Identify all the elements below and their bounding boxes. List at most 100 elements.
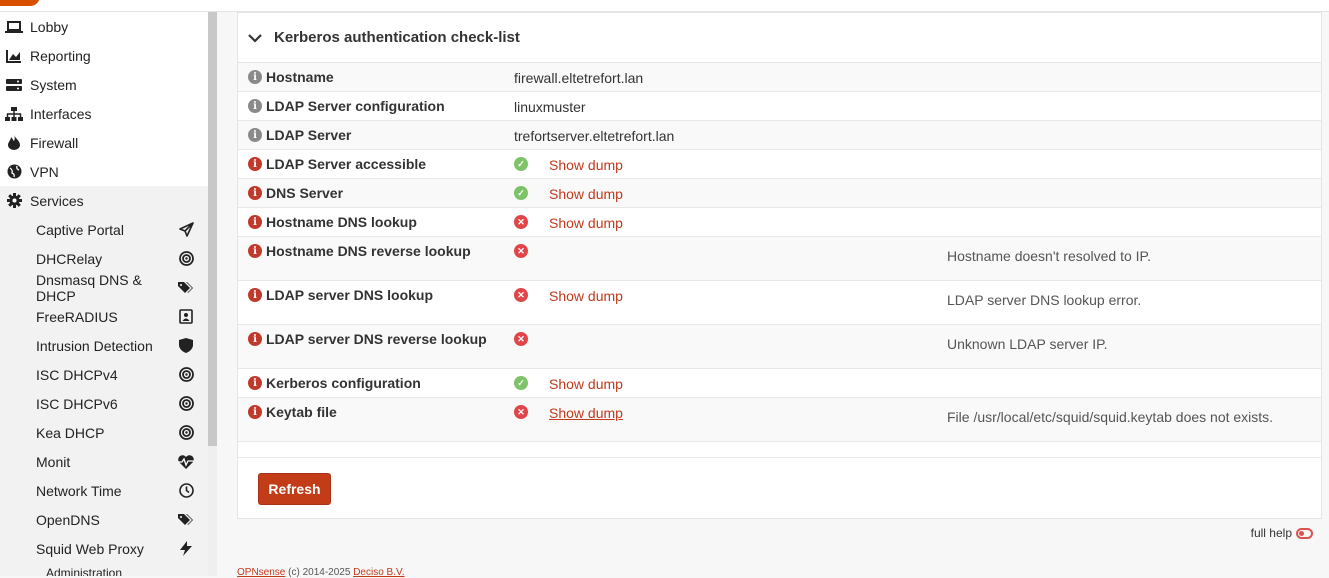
sidebar-subitem-dhcrelay[interactable]: DHCRelay xyxy=(0,244,208,273)
info-icon[interactable]: i xyxy=(248,244,262,258)
table-row: i LDAP Server trefortserver.eltetrefort.l… xyxy=(238,121,1321,150)
sidebar-subitem-opendns[interactable]: OpenDNS xyxy=(0,505,208,534)
sidebar-subitem-administration[interactable]: Administration xyxy=(0,563,208,576)
info-icon[interactable]: i xyxy=(248,215,262,229)
chart-icon xyxy=(4,48,24,64)
tags-icon xyxy=(178,280,194,296)
sidebar-item-label: Reporting xyxy=(30,47,91,64)
check-icon: ✓ xyxy=(514,376,528,390)
table-row: i LDAP Server configuration linuxmuster xyxy=(238,92,1321,121)
sitemap-icon xyxy=(4,106,24,122)
sidebar-subitem-label: Kea DHCP xyxy=(36,424,105,441)
sidebar-subitem-label: Squid Web Proxy xyxy=(36,540,144,557)
table-row: i Hostname firewall.eltetrefort.lan xyxy=(238,63,1321,92)
laptop-icon xyxy=(4,19,24,35)
sidebar-item-firewall[interactable]: Firewall xyxy=(0,128,208,157)
full-help-label: full help xyxy=(1250,526,1292,540)
show-dump-link[interactable]: Show dump xyxy=(549,215,623,231)
sidebar-subitem-label: Monit xyxy=(36,453,71,470)
row-label: Keytab file xyxy=(266,404,337,420)
sidebar-item-vpn[interactable]: VPN xyxy=(0,157,208,186)
full-help-toggle[interactable]: full help xyxy=(1251,526,1313,540)
row-value: trefortserver.eltetrefort.lan xyxy=(514,128,675,144)
toggle-off-icon[interactable] xyxy=(1296,527,1313,539)
footer-text: (c) 2014-2025 xyxy=(285,567,354,578)
chevron-down-icon[interactable] xyxy=(248,30,264,46)
address-card-icon xyxy=(178,309,194,325)
show-dump-link[interactable]: Show dump xyxy=(549,157,623,173)
panel-title: Kerberos authentication check-list xyxy=(274,29,520,46)
info-icon[interactable]: i xyxy=(248,405,262,419)
sidebar-subitem-monit[interactable]: Monit xyxy=(0,447,208,476)
show-dump-link[interactable]: Show dump xyxy=(549,376,623,392)
bullseye-icon xyxy=(178,396,194,412)
row-message: LDAP server DNS lookup error. xyxy=(947,292,1142,308)
sidebar-subitem-label: OpenDNS xyxy=(36,511,100,528)
sidebar-subitem-label: FreeRADIUS xyxy=(36,308,118,325)
heartbeat-icon xyxy=(178,454,194,470)
sidebar-scrollbar-thumb[interactable] xyxy=(208,12,217,446)
gear-icon xyxy=(4,193,24,209)
info-icon[interactable]: i xyxy=(248,128,262,142)
error-icon: ✕ xyxy=(514,405,528,419)
sidebar-subitem-captive-portal[interactable]: Captive Portal xyxy=(0,215,208,244)
sidebar-item-interfaces[interactable]: Interfaces xyxy=(0,99,208,128)
refresh-button[interactable]: Refresh xyxy=(258,473,331,505)
sidebar-subitem-intrusion-detection[interactable]: Intrusion Detection xyxy=(0,331,208,360)
sidebar-item-label: Lobby xyxy=(30,18,69,35)
panel-header[interactable]: Kerberos authentication check-list xyxy=(238,13,1321,63)
brand-logo[interactable] xyxy=(0,0,40,6)
info-icon[interactable]: i xyxy=(248,99,262,113)
footer-brand-link[interactable]: OPNsense xyxy=(237,567,285,578)
sidebar-item-label: Interfaces xyxy=(30,105,92,122)
info-icon[interactable]: i xyxy=(248,157,262,171)
sidebar-subitem-label: Captive Portal xyxy=(36,221,124,238)
sidebar-item-system[interactable]: System xyxy=(0,70,208,99)
row-label: LDAP Server configuration xyxy=(266,98,445,114)
server-icon xyxy=(4,77,24,93)
kerberos-checklist-panel: Kerberos authentication check-list i Host… xyxy=(237,12,1322,540)
table-row: i Hostname DNS reverse lookup ✕ Hostname … xyxy=(238,237,1321,281)
row-label: LDAP Server accessible xyxy=(266,156,427,172)
show-dump-link[interactable]: Show dump xyxy=(549,186,623,202)
fire-icon xyxy=(4,135,24,151)
sidebar-item-services[interactable]: Services xyxy=(0,186,208,215)
sidebar-item-lobby[interactable]: Lobby xyxy=(0,12,208,41)
sidebar-subitem-label: Administration xyxy=(46,566,123,576)
sidebar-subitem-kea-dhcp[interactable]: Kea DHCP xyxy=(0,418,208,447)
row-message: Unknown LDAP server IP. xyxy=(947,336,1108,352)
sidebar-item-reporting[interactable]: Reporting xyxy=(0,41,208,70)
paper-plane-icon xyxy=(178,222,194,238)
sidebar-subitem-label: ISC DHCPv4 xyxy=(36,366,118,383)
sidebar-subitem-label: Dnsmasq DNS & DHCP xyxy=(36,271,142,304)
sidebar-subitem-isc-dhcpv6[interactable]: ISC DHCPv6 xyxy=(0,389,208,418)
row-label: Kerberos configuration xyxy=(266,375,421,391)
sidebar-subitem-freeradius[interactable]: FreeRADIUS xyxy=(0,302,208,331)
sidebar-subitem-isc-dhcpv4[interactable]: ISC DHCPv4 xyxy=(0,360,208,389)
error-icon: ✕ xyxy=(514,332,528,346)
info-icon[interactable]: i xyxy=(248,376,262,390)
info-icon[interactable]: i xyxy=(248,332,262,346)
row-label: Hostname DNS reverse lookup xyxy=(266,243,471,259)
sidebar-subitem-dnsmasq[interactable]: Dnsmasq DNS & DHCP xyxy=(0,271,208,304)
bolt-icon xyxy=(178,541,194,557)
row-message: Hostname doesn't resolved to IP. xyxy=(947,248,1151,264)
show-dump-link[interactable]: Show dump xyxy=(549,288,623,304)
sidebar-item-label: System xyxy=(30,76,77,93)
row-label: DNS Server xyxy=(266,185,344,201)
row-label: Hostname DNS lookup xyxy=(266,214,417,230)
info-icon[interactable]: i xyxy=(248,70,262,84)
sidebar-item-label: VPN xyxy=(30,163,59,180)
table-row: i Keytab file ✕ Show dump File /usr/local… xyxy=(238,398,1321,442)
show-dump-link[interactable]: Show dump xyxy=(549,405,623,421)
table-row: i Hostname DNS lookup ✕ Show dump xyxy=(238,208,1321,237)
main-content: Kerberos authentication check-list i Host… xyxy=(217,12,1329,578)
row-label: Hostname xyxy=(266,69,334,85)
footer-company-link[interactable]: Deciso B.V. xyxy=(353,567,404,578)
error-icon: ✕ xyxy=(514,288,528,302)
sidebar-subitem-squid-web-proxy[interactable]: Squid Web Proxy xyxy=(0,534,208,563)
info-icon[interactable]: i xyxy=(248,186,262,200)
info-icon[interactable]: i xyxy=(248,288,262,302)
sidebar-item-label: Firewall xyxy=(30,134,79,151)
sidebar-subitem-network-time[interactable]: Network Time xyxy=(0,476,208,505)
